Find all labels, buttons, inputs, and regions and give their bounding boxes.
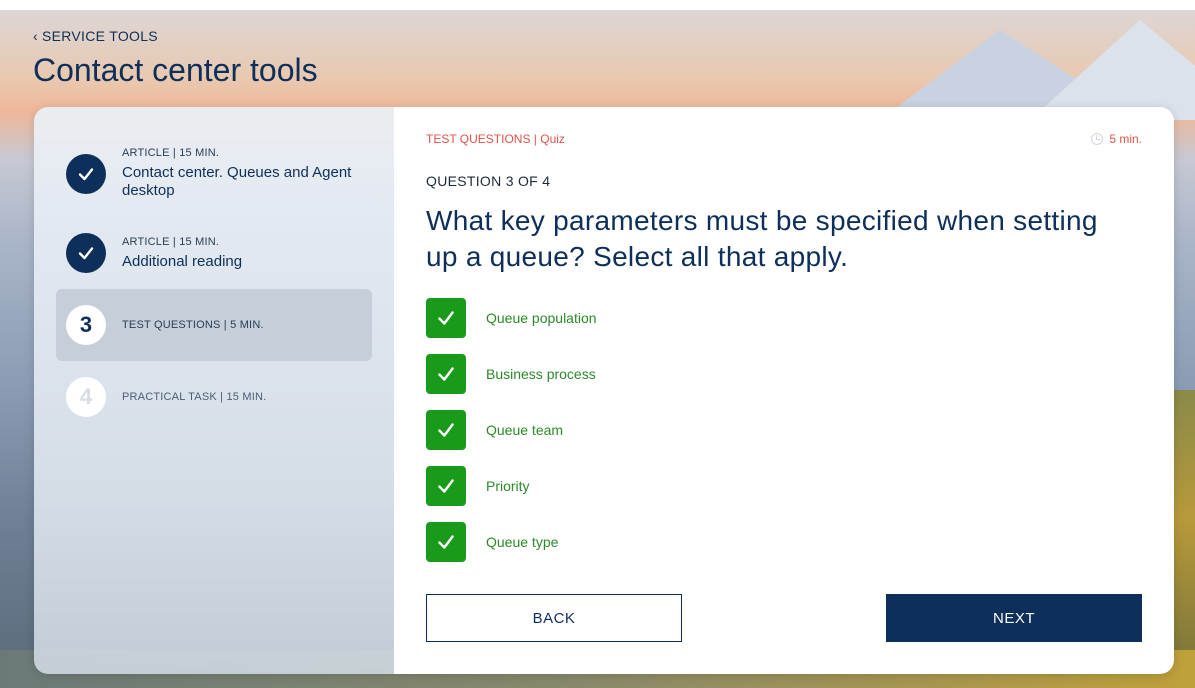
- answer-label: Priority: [486, 478, 530, 494]
- checkbox-checked-icon[interactable]: [426, 522, 466, 562]
- step-item-4[interactable]: 4 PRACTICAL TASK | 15 MIN.: [56, 377, 372, 417]
- next-button[interactable]: NEXT: [886, 594, 1142, 642]
- step-meta: PRACTICAL TASK | 15 MIN.: [122, 391, 267, 403]
- step-item-2[interactable]: ARTICLE | 15 MIN. Additional reading: [56, 233, 372, 273]
- duration-label: 5 min.: [1109, 132, 1142, 146]
- lesson-card: ARTICLE | 15 MIN. Contact center. Queues…: [34, 107, 1174, 674]
- back-link-label: SERVICE TOOLS: [41, 28, 158, 44]
- answer-option[interactable]: Queue population: [426, 298, 597, 338]
- answer-label: Queue team: [486, 422, 564, 438]
- answer-options: Queue population Business process Queue …: [426, 298, 597, 578]
- step-meta: TEST QUESTIONS | 5 MIN.: [122, 319, 264, 331]
- answer-label: Queue population: [486, 310, 597, 326]
- page-title: Contact center tools: [33, 52, 318, 88]
- quiz-breadcrumb: TEST QUESTIONS | Quiz: [426, 132, 565, 146]
- step-name: Additional reading: [122, 252, 243, 270]
- answer-label: Business process: [486, 366, 596, 382]
- step-name: Contact center. Queues and Agent desktop: [122, 164, 352, 199]
- answer-option[interactable]: Business process: [426, 354, 597, 394]
- checkbox-checked-icon[interactable]: [426, 466, 466, 506]
- duration-indicator: 5 min.: [1091, 132, 1142, 146]
- back-button[interactable]: BACK: [426, 594, 682, 642]
- step-meta: ARTICLE | 15 MIN.: [122, 147, 220, 159]
- step-number: 4: [66, 377, 106, 417]
- quiz-panel: TEST QUESTIONS | Quiz 5 min. QUESTION 3 …: [394, 107, 1174, 674]
- step-number: 3: [66, 305, 106, 345]
- steps-sidebar: ARTICLE | 15 MIN. Contact center. Queues…: [34, 107, 394, 674]
- step-item-3[interactable]: 3 TEST QUESTIONS | 5 MIN.: [56, 289, 372, 361]
- checkbox-checked-icon[interactable]: [426, 298, 466, 338]
- step-meta: ARTICLE | 15 MIN.: [122, 235, 220, 248]
- step-item-1[interactable]: ARTICLE | 15 MIN. Contact center. Queues…: [56, 147, 372, 200]
- back-link[interactable]: ‹ SERVICE TOOLS: [33, 28, 158, 44]
- answer-option[interactable]: Queue team: [426, 410, 597, 450]
- chevron-left-icon: ‹: [33, 28, 38, 44]
- checkbox-checked-icon[interactable]: [426, 354, 466, 394]
- clock-icon: [1091, 133, 1104, 145]
- question-text: What key parameters must be specified wh…: [426, 205, 1098, 272]
- answer-label: Queue type: [486, 534, 559, 550]
- checkbox-checked-icon[interactable]: [426, 410, 466, 450]
- answer-option[interactable]: Priority: [426, 466, 597, 506]
- check-circle-icon: [66, 233, 106, 273]
- answer-option[interactable]: Queue type: [426, 522, 597, 562]
- check-circle-icon: [66, 153, 106, 194]
- question-counter: QUESTION 3 OF 4: [426, 173, 551, 189]
